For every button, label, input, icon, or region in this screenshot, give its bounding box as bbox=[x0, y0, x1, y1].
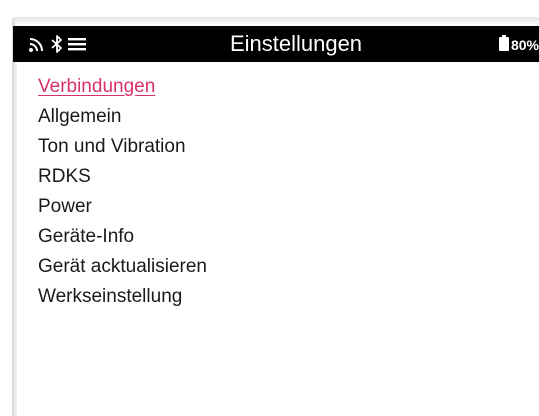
menu-item-werkseinstellung[interactable]: Werkseinstellung bbox=[38, 282, 207, 312]
page-title: Einstellungen bbox=[229, 31, 363, 56]
menu-item-allgemein[interactable]: Allgemein bbox=[38, 102, 207, 132]
menu-item-geraete-info[interactable]: Geräte-Info bbox=[38, 222, 207, 252]
battery-percent: 80% bbox=[510, 36, 539, 53]
battery-indicator: 80% bbox=[498, 35, 539, 54]
menu-item-ton-und-vibration[interactable]: Ton und Vibration bbox=[38, 132, 207, 162]
status-bar: Einstellungen 80% bbox=[13, 26, 539, 62]
device-frame: Einstellungen 80% Verbindungen Allgemein… bbox=[0, 0, 539, 416]
menu-item-geraet-aktualisieren[interactable]: Gerät acktualisieren bbox=[38, 252, 207, 282]
menu-item-rdks[interactable]: RDKS bbox=[38, 162, 207, 192]
menu-item-power[interactable]: Power bbox=[38, 192, 207, 222]
menu-item-verbindungen[interactable]: Verbindungen bbox=[38, 72, 207, 102]
battery-icon bbox=[498, 35, 509, 54]
settings-menu: Verbindungen Allgemein Ton und Vibration… bbox=[38, 72, 207, 312]
